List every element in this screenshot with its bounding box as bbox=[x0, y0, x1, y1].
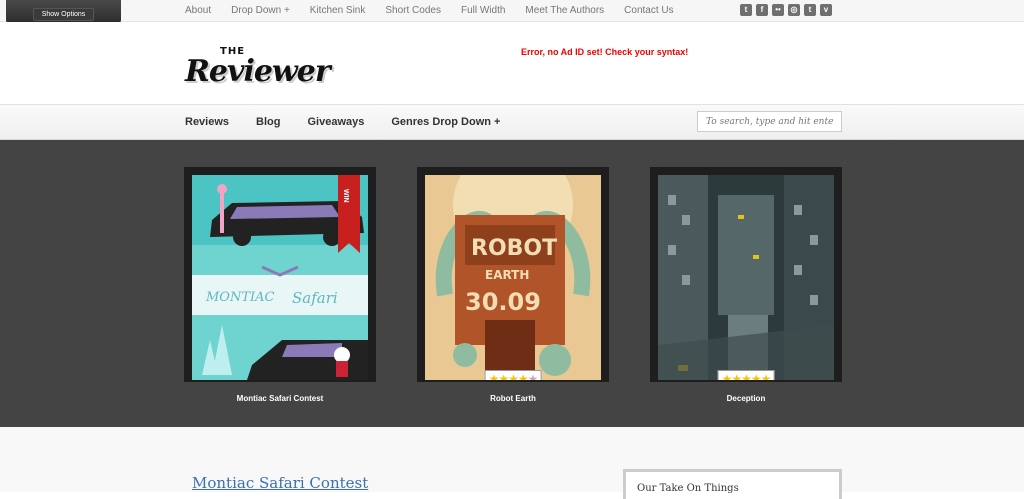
dribbble-icon[interactable]: ◎ bbox=[788, 4, 800, 16]
svg-text:30.09: 30.09 bbox=[465, 288, 541, 316]
nav-blog[interactable]: Blog bbox=[256, 116, 280, 128]
featured-title[interactable]: Montiac Safari Contest bbox=[184, 394, 376, 403]
rating-stars: ★★★★★ bbox=[717, 370, 775, 380]
top-nav-kitchen-sink[interactable]: Kitchen Sink bbox=[310, 5, 366, 16]
featured-title[interactable]: Robot Earth bbox=[417, 394, 609, 403]
search-input[interactable] bbox=[697, 111, 842, 132]
featured-card-montiac[interactable]: MONTIAC Safari WIN Montiac Safari Contes… bbox=[184, 167, 376, 403]
svg-text:ROBOT: ROBOT bbox=[471, 236, 557, 261]
star-icon: ★ bbox=[517, 372, 529, 380]
top-nav: About Drop Down + Kitchen Sink Short Cod… bbox=[185, 5, 694, 16]
ribbon-label: WIN bbox=[342, 189, 349, 203]
top-nav-short-codes[interactable]: Short Codes bbox=[385, 5, 441, 16]
show-options-button[interactable]: Show Options bbox=[32, 8, 95, 21]
robot-earth-poster[interactable]: ROBOT EARTH 30.09 ★★★★★ bbox=[425, 175, 601, 380]
vimeo-icon[interactable]: v bbox=[820, 4, 832, 16]
site-header: THE Reviewer bbox=[0, 22, 1024, 104]
svg-text:EARTH: EARTH bbox=[485, 268, 529, 282]
star-icon: ★ bbox=[760, 372, 772, 380]
star-icon: ★ bbox=[721, 372, 733, 380]
featured-card-deception[interactable]: ★★★★★ Deception bbox=[650, 167, 842, 403]
logo-name: Reviewer bbox=[185, 54, 331, 89]
svg-text:Safari: Safari bbox=[292, 289, 338, 307]
top-nav-full-width[interactable]: Full Width bbox=[461, 5, 505, 16]
twitter-icon[interactable]: t bbox=[740, 4, 752, 16]
top-nav-drop-down[interactable]: Drop Down + bbox=[231, 5, 290, 16]
main-nav: Reviews Blog Giveaways Genres Drop Down … bbox=[0, 104, 1024, 140]
svg-text:MONTIAC: MONTIAC bbox=[205, 290, 275, 305]
montiac-safari-poster[interactable]: MONTIAC Safari WIN bbox=[192, 175, 368, 380]
facebook-icon[interactable]: f bbox=[756, 4, 768, 16]
star-icon: ★ bbox=[741, 372, 752, 380]
nav-reviews[interactable]: Reviews bbox=[185, 116, 229, 128]
tumblr-icon[interactable]: t bbox=[804, 4, 816, 16]
star-icon: ★ bbox=[508, 372, 519, 380]
star-icon: ★ bbox=[498, 372, 509, 380]
content-area bbox=[0, 427, 1024, 492]
sidebar-widget-title: Our Take On Things bbox=[637, 483, 739, 494]
show-options-panel: Show Options bbox=[6, 0, 121, 24]
nav-giveaways[interactable]: Giveaways bbox=[307, 116, 364, 128]
half-star-icon: ★ bbox=[527, 372, 539, 380]
nav-genres-drop-down[interactable]: Genres Drop Down + bbox=[391, 116, 500, 128]
ad-error-message: Error, no Ad ID set! Check your syntax! bbox=[521, 47, 689, 57]
sidebar-widget: Our Take On Things bbox=[623, 469, 842, 499]
star-icon: ★ bbox=[488, 372, 500, 380]
site-logo[interactable]: THE Reviewer bbox=[185, 46, 331, 89]
star-icon: ★ bbox=[731, 372, 742, 380]
top-nav-about[interactable]: About bbox=[185, 5, 211, 16]
rating-stars: ★★★★★ bbox=[484, 370, 542, 380]
social-links: t f •• ◎ t v bbox=[740, 4, 832, 16]
flickr-icon[interactable]: •• bbox=[772, 4, 784, 16]
top-nav-meet-the-authors[interactable]: Meet The Authors bbox=[525, 5, 604, 16]
star-icon: ★ bbox=[750, 372, 762, 380]
top-nav-contact-us[interactable]: Contact Us bbox=[624, 5, 673, 16]
featured-card-robot-earth[interactable]: ROBOT EARTH 30.09 ★★★★★ Robot Earth bbox=[417, 167, 609, 403]
deception-poster[interactable]: ★★★★★ bbox=[658, 175, 834, 380]
top-bar: Show Options About Drop Down + Kitchen S… bbox=[0, 0, 1024, 24]
featured-title[interactable]: Deception bbox=[650, 394, 842, 403]
win-ribbon: WIN bbox=[338, 175, 360, 253]
post-title-link[interactable]: Montiac Safari Contest bbox=[192, 474, 368, 492]
featured-slider: MONTIAC Safari WIN Montiac Safari Contes… bbox=[0, 140, 1024, 427]
